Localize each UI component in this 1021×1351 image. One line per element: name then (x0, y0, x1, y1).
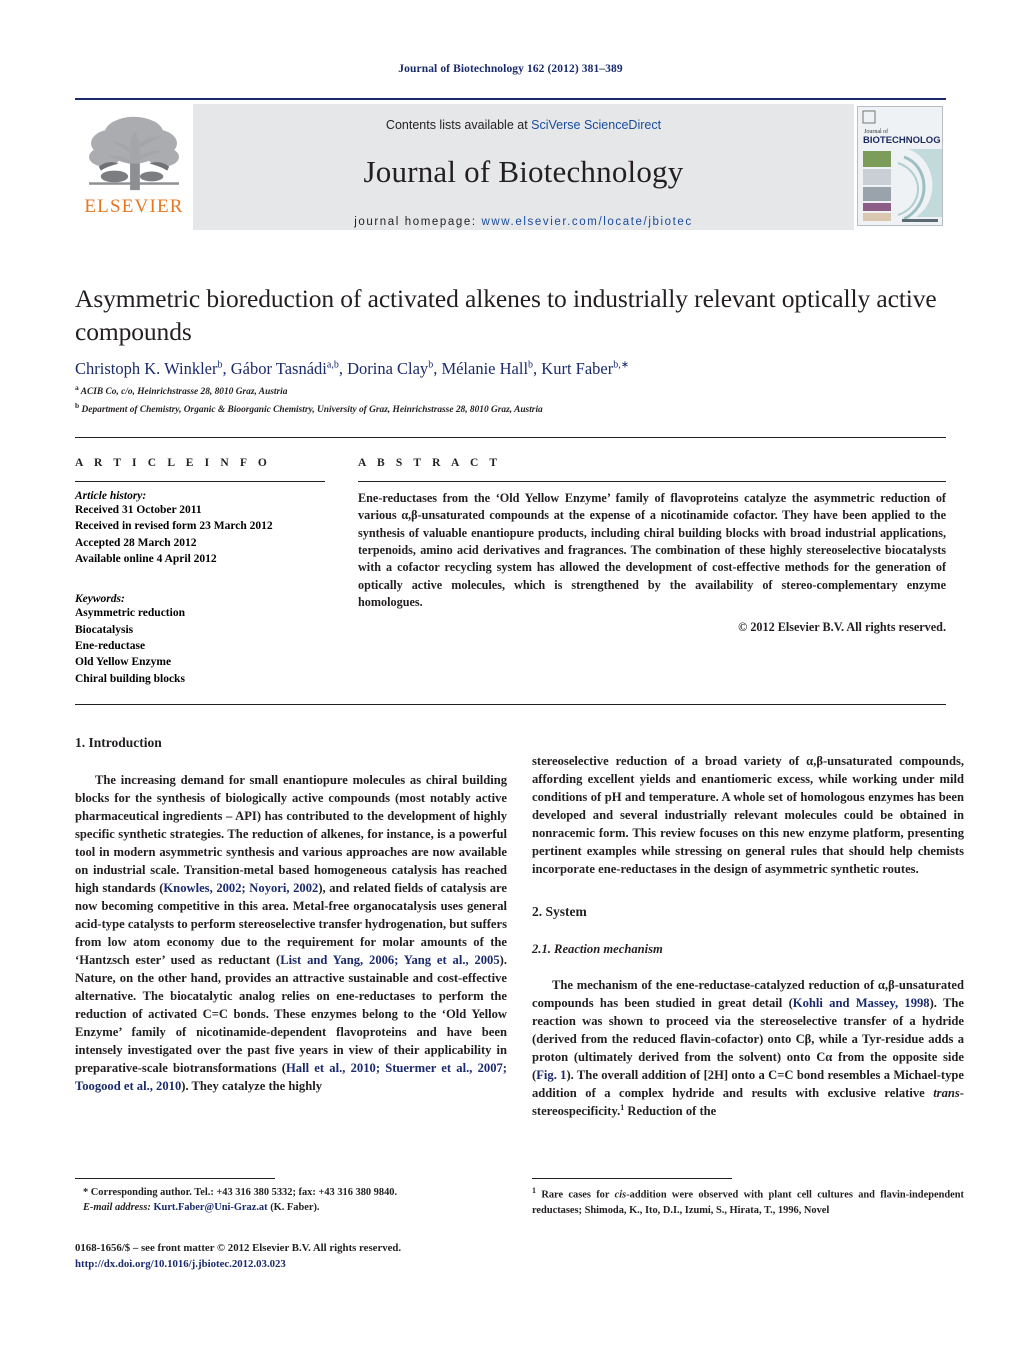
elsevier-wordmark: ELSEVIER (84, 196, 184, 217)
corresponding-author-line: * Corresponding author. Tel.: +43 316 38… (83, 1187, 398, 1198)
affiliation-marker-a: a (75, 383, 79, 392)
affiliation-text-a: ACIB Co, c/o, Heinrichstrasse 28, 8010 G… (80, 387, 288, 398)
article-title: Asymmetric bioreduction of activated alk… (75, 284, 937, 346)
footnote-divider-left (75, 1178, 275, 1179)
abstract-copyright: © 2012 Elsevier B.V. All rights reserved… (738, 620, 946, 635)
keyword-item: Biocatalysis (75, 623, 134, 636)
reaction-mechanism-paragraph: The mechanism of the ene-reductase-catal… (532, 978, 964, 1119)
intro-paragraph: The increasing demand for small enantiop… (75, 773, 507, 1094)
imprint-block: 0168-1656/$ – see front matter © 2012 El… (75, 1240, 575, 1272)
abstract-text: Ene-reductases from the ‘Old Yellow Enzy… (358, 491, 946, 609)
heading-introduction: 1. Introduction (75, 735, 162, 750)
article-page: Journal of Biotechnology 162 (2012) 381–… (0, 0, 1021, 1351)
keywords-label: Keywords: (75, 593, 125, 606)
affiliation-marker-b: b (75, 400, 80, 410)
body-column-left: 1. Introduction The increasing demand fo… (75, 733, 507, 1095)
article-info-heading: A R T I C L E I N F O (75, 457, 271, 469)
journal-cover-image: Journal of BIOTECHNOLOG (857, 106, 943, 226)
journal-masthead: ELSEVIER Contents lists available at Sci… (75, 98, 946, 230)
elsevier-logo: ELSEVIER (75, 104, 193, 230)
masthead-center-panel: Contents lists available at SciVerse Sci… (193, 104, 854, 230)
svg-text:Journal of: Journal of (864, 128, 888, 135)
abstract-divider (358, 481, 946, 482)
history-revised: Received in revised form 23 March 2012 (75, 520, 273, 533)
homepage-prefix: journal homepage: (354, 216, 482, 228)
article-info-column: A R T I C L E I N F O Article history: R… (75, 457, 325, 687)
history-received: Received 31 October 2011 (75, 504, 202, 516)
article-history-label: Article history: (75, 490, 147, 502)
email-suffix: (K. Faber). (270, 1202, 320, 1214)
affiliation-list: a ACIB Co, c/o, Heinrichstrasse 28, 8010… (75, 382, 955, 417)
contents-prefix: Contents lists available at (385, 118, 532, 132)
doi-link[interactable]: http://dx.doi.org/10.1016/j.jbiotec.2012… (75, 1256, 575, 1272)
abstract-column: A B S T R A C T Ene-reductases from the … (358, 457, 946, 635)
homepage-url-link[interactable]: www.elsevier.com/locate/jbiotec (481, 216, 692, 228)
email-label: E-mail address: (83, 1202, 151, 1214)
keyword-item: Ene-reductase (75, 639, 146, 652)
abstract-heading: A B S T R A C T (358, 457, 502, 469)
corresponding-author-footnote: * Corresponding author. Tel.: +43 316 38… (75, 1185, 507, 1215)
email-link[interactable]: Kurt.Faber@Uni-Graz.at (153, 1202, 267, 1213)
affiliation-text-b: Department of Chemistry, Organic & Bioor… (81, 404, 543, 415)
affiliation-a: a ACIB Co, c/o, Heinrichstrasse 28, 8010… (75, 382, 955, 400)
history-online: Available online 4 April 2012 (75, 552, 217, 565)
body-column-right: stereoselective reduction of a broad var… (532, 752, 964, 1120)
footnote-divider-right (532, 1178, 732, 1179)
author-list: Christoph K. Winklerb, Gábor Tasnádia,b,… (75, 359, 630, 378)
running-head: Journal of Biotechnology 162 (2012) 381–… (398, 63, 623, 75)
heading-reaction-mechanism: 2.1. Reaction mechanism (532, 942, 663, 957)
contents-available-line: Contents lists available at SciVerse Sci… (386, 118, 661, 132)
email-line: E-mail address: Kurt.Faber@Uni-Graz.at (… (75, 1200, 507, 1215)
heading-system: 2. System (532, 904, 587, 919)
journal-title: Journal of Biotechnology (363, 154, 684, 189)
journal-homepage-line: journal homepage: www.elsevier.com/locat… (354, 216, 693, 228)
intro-continuation-paragraph: stereoselective reduction of a broad var… (532, 754, 964, 876)
article-info-divider (75, 481, 325, 482)
svg-text:BIOTECHNOLOG: BIOTECHNOLOG (863, 135, 941, 146)
keywords-block: Keywords: Asymmetric reduction Biocataly… (75, 593, 325, 687)
history-accepted: Accepted 28 March 2012 (75, 536, 197, 549)
sciencedirect-link[interactable]: SciVerse ScienceDirect (531, 118, 661, 132)
footnote-note-1: 1 Rare cases for cis-addition were obser… (532, 1186, 964, 1216)
elsevier-tree-icon (85, 108, 183, 196)
journal-cover-thumbnail: Journal of BIOTECHNOLOG (854, 104, 946, 230)
affiliation-b: b Department of Chemistry, Organic & Bio… (75, 400, 955, 418)
keyword-item: Chiral building blocks (75, 672, 185, 685)
keyword-item: Old Yellow Enzyme (75, 656, 172, 669)
imprint-front-matter: 0168-1656/$ – see front matter © 2012 El… (75, 1242, 402, 1254)
keyword-item: Asymmetric reduction (75, 607, 185, 620)
